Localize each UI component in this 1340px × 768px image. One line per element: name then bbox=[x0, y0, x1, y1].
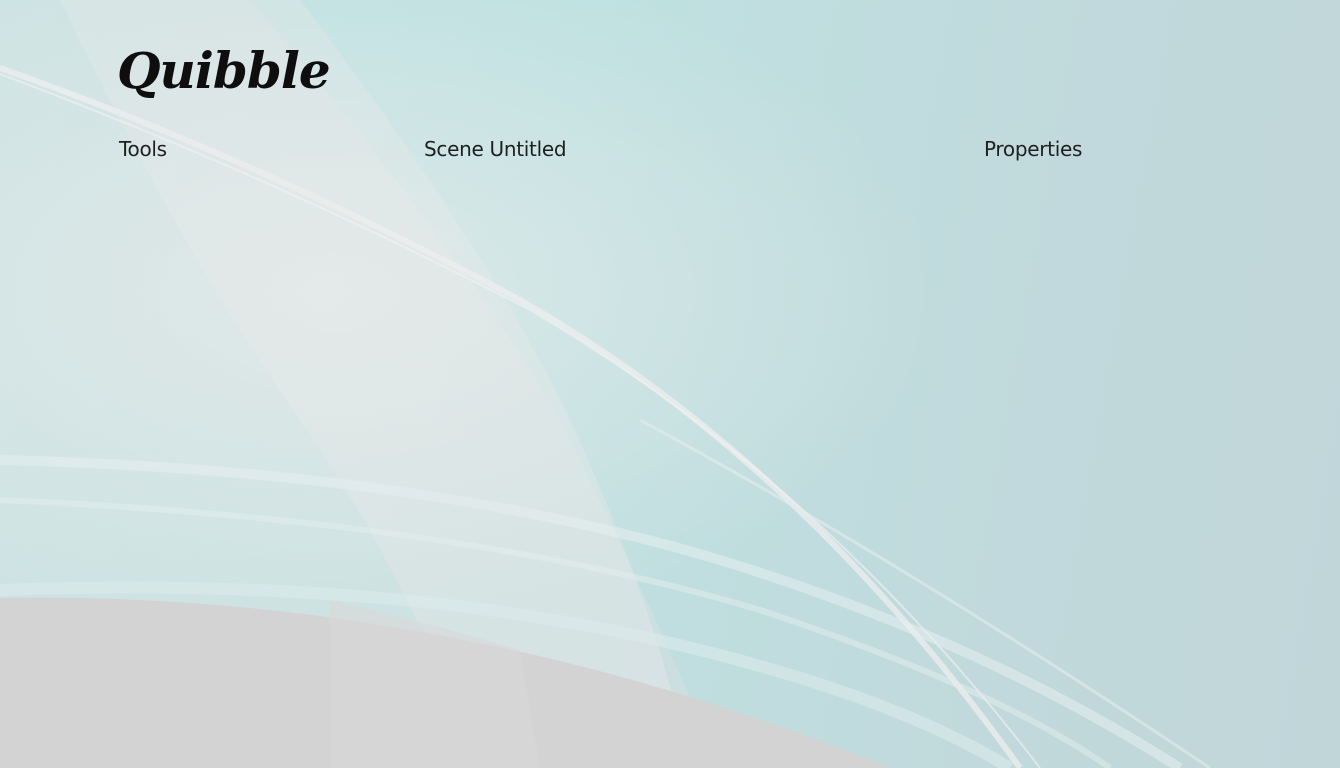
properties-panel bbox=[982, 170, 1312, 760]
tools-panel bbox=[117, 170, 397, 760]
tools-heading: Tools bbox=[119, 137, 167, 161]
app-title: Quibble bbox=[117, 41, 331, 100]
scene-heading: Scene Untitled bbox=[424, 137, 567, 161]
scene-canvas[interactable] bbox=[422, 170, 962, 760]
properties-heading: Properties bbox=[984, 137, 1083, 161]
